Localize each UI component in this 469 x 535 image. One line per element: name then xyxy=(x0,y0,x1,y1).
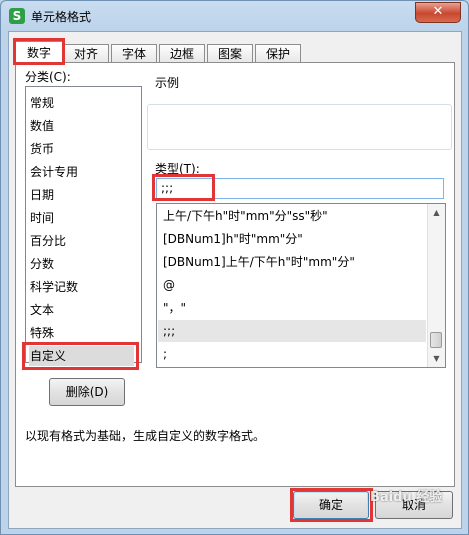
scroll-up-arrow-icon[interactable]: ▲ xyxy=(428,204,445,221)
category-item[interactable]: 特殊 xyxy=(29,323,134,343)
sample-label: 示例 xyxy=(153,74,182,91)
category-item[interactable]: 科学记数 xyxy=(29,277,134,297)
tab-font[interactable]: 字体 xyxy=(111,44,157,63)
category-item[interactable]: 分数 xyxy=(29,254,134,274)
format-item[interactable]: ; xyxy=(158,343,426,365)
wps-spreadsheet-icon: S xyxy=(9,8,25,24)
scroll-down-arrow-icon[interactable]: ▼ xyxy=(428,350,445,367)
dialog-title: 单元格格式 xyxy=(31,10,92,24)
sample-group xyxy=(147,104,452,150)
dialog-window: S 单元格格式 ✕ 数字 对齐 字体 边框 图案 保护 分类(C): 常规 数值… xyxy=(0,0,469,535)
tab-alignment[interactable]: 对齐 xyxy=(63,44,109,63)
baidu-watermark: Baidu 经验 xyxy=(370,490,443,505)
format-item-selected[interactable]: ;;; xyxy=(158,320,426,342)
format-item[interactable]: [DBNum1]h"时"mm"分" xyxy=(158,228,426,250)
delete-button[interactable]: 删除(D) xyxy=(49,378,125,406)
format-list[interactable]: 上午/下午h"时"mm"分"ss"秒" [DBNum1]h"时"mm"分" [D… xyxy=(156,203,446,368)
category-item[interactable]: 时间 xyxy=(29,208,134,228)
format-description: 以现有格式为基础，生成自定义的数字格式。 xyxy=(25,429,266,443)
tab-border[interactable]: 边框 xyxy=(159,44,205,63)
tab-pattern[interactable]: 图案 xyxy=(207,44,253,63)
title-bar[interactable]: S 单元格格式 ✕ xyxy=(1,1,468,31)
category-label: 分类(C): xyxy=(25,70,71,84)
tab-protection[interactable]: 保护 xyxy=(255,44,301,63)
format-item[interactable]: 上午/下午h"时"mm"分"ss"秒" xyxy=(158,205,426,227)
category-item[interactable]: 货币 xyxy=(29,139,134,159)
scroll-thumb[interactable] xyxy=(430,332,442,348)
format-item[interactable]: "，" xyxy=(158,297,426,319)
category-item[interactable]: 常规 xyxy=(29,93,134,113)
format-item[interactable]: @ xyxy=(158,274,426,296)
category-item[interactable]: 数值 xyxy=(29,116,134,136)
category-item[interactable]: 百分比 xyxy=(29,231,134,251)
number-tab-panel: 分类(C): 常规 数值 货币 会计专用 日期 时间 百分比 分数 科学记数 文… xyxy=(15,62,455,487)
format-list-scrollbar[interactable]: ▲ ▼ xyxy=(427,204,445,367)
highlight-number-tab xyxy=(13,38,65,65)
highlight-type-input xyxy=(152,174,215,201)
category-item[interactable]: 会计专用 xyxy=(29,162,134,182)
close-button[interactable]: ✕ xyxy=(415,2,461,23)
category-item[interactable]: 日期 xyxy=(29,185,134,205)
close-icon: ✕ xyxy=(432,4,444,19)
category-list[interactable]: 常规 数值 货币 会计专用 日期 时间 百分比 分数 科学记数 文本 特殊 自定… xyxy=(25,86,142,366)
category-item[interactable]: 文本 xyxy=(29,300,134,320)
highlight-custom-category xyxy=(22,342,139,370)
highlight-ok-button xyxy=(290,488,373,522)
dialog-body: 数字 对齐 字体 边框 图案 保护 分类(C): 常规 数值 货币 会计专用 日… xyxy=(8,31,462,529)
format-item[interactable]: [DBNum1]上午/下午h"时"mm"分" xyxy=(158,251,426,273)
